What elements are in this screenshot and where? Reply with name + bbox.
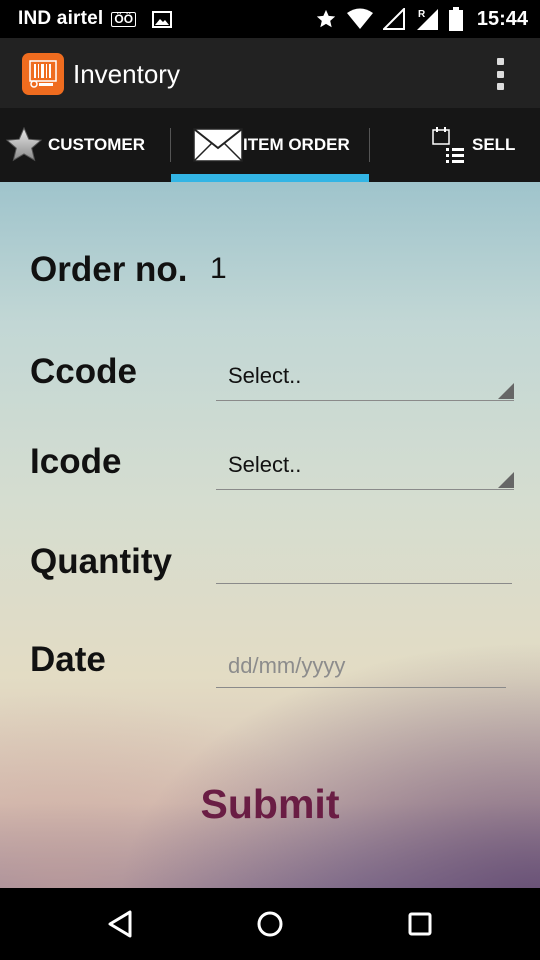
barcode-app-icon bbox=[22, 53, 64, 95]
submit-button[interactable]: Submit bbox=[170, 774, 370, 834]
tab-item-order-label: ITEM ORDER bbox=[243, 135, 350, 154]
recents-icon[interactable] bbox=[402, 906, 438, 942]
tab-customer-label: CUSTOMER bbox=[48, 135, 145, 154]
date-label: Date bbox=[30, 640, 106, 679]
back-icon[interactable] bbox=[102, 906, 138, 942]
tab-item-order[interactable]: ITEM ORDER bbox=[171, 108, 369, 182]
dropdown-arrow-icon bbox=[498, 383, 514, 399]
dropdown-arrow-icon bbox=[498, 472, 514, 488]
status-right: R 15:44 bbox=[315, 7, 528, 31]
star-icon bbox=[5, 126, 43, 162]
status-left: IND airtel ÖÖ bbox=[18, 8, 173, 30]
app-bar: Inventory bbox=[0, 38, 540, 108]
roaming-signal-icon: R bbox=[416, 9, 438, 30]
ccode-spinner[interactable]: Select.. bbox=[216, 353, 514, 401]
tab-sell[interactable]: SELL bbox=[370, 108, 540, 182]
order-number-value: 1 bbox=[210, 252, 227, 285]
status-bar: IND airtel ÖÖ R 15:44 bbox=[0, 0, 540, 38]
item-order-form: Order no. 1 Ccode Select.. Icode Select.… bbox=[0, 182, 540, 888]
carrier-name: IND airtel bbox=[18, 8, 104, 29]
gallery-icon bbox=[152, 10, 173, 28]
app-title: Inventory bbox=[73, 59, 180, 89]
tab-customer[interactable]: CUSTOMER bbox=[0, 108, 170, 182]
icode-spinner[interactable]: Select.. bbox=[216, 442, 514, 490]
wifi-icon bbox=[346, 8, 373, 29]
selected-tab-indicator bbox=[171, 174, 369, 182]
date-input[interactable] bbox=[216, 644, 506, 688]
navigation-bar bbox=[0, 888, 540, 960]
ccode-label: Ccode bbox=[30, 352, 137, 391]
list-icon bbox=[432, 127, 464, 163]
clock: 15:44 bbox=[476, 7, 528, 30]
overflow-menu-icon[interactable] bbox=[496, 58, 504, 90]
tab-bar: CUSTOMER ITEM ORDER SELL bbox=[0, 108, 540, 182]
ccode-spinner-value: Select.. bbox=[228, 363, 302, 388]
svg-text:R: R bbox=[418, 9, 426, 20]
star-icon bbox=[316, 9, 336, 28]
signal-icon bbox=[382, 8, 405, 30]
envelope-icon bbox=[193, 128, 243, 162]
order-number-label: Order no. bbox=[30, 250, 188, 289]
quantity-input[interactable] bbox=[216, 540, 512, 584]
icode-spinner-value: Select.. bbox=[228, 452, 302, 477]
network-type-badge: ÖÖ bbox=[111, 11, 137, 27]
battery-icon bbox=[448, 7, 463, 31]
icode-label: Icode bbox=[30, 442, 122, 481]
home-icon[interactable] bbox=[252, 906, 288, 942]
quantity-label: Quantity bbox=[30, 542, 172, 581]
tab-sell-label: SELL bbox=[472, 135, 516, 154]
